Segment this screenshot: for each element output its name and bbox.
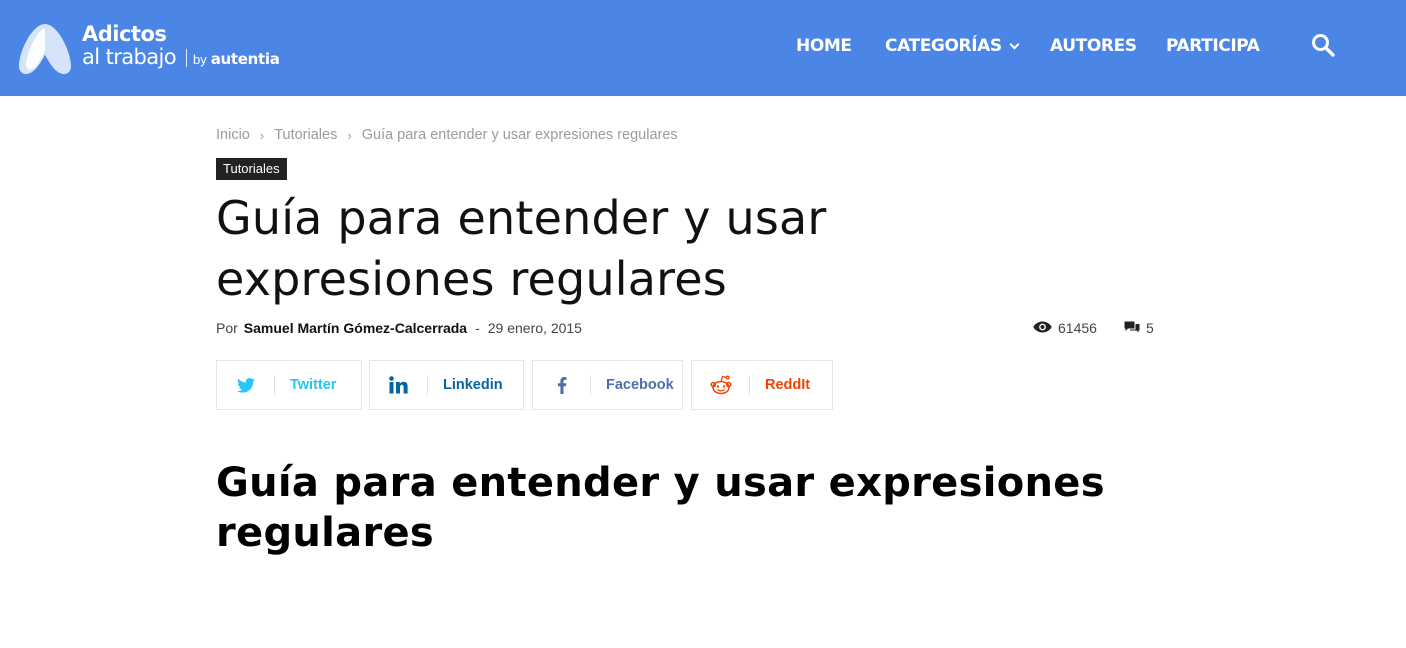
site-header: Adictos al trabajo by autentia HOME CATE… xyxy=(0,0,1406,96)
logo-divider xyxy=(186,48,187,67)
logo-line1: Adictos xyxy=(82,22,167,46)
logo-by: by xyxy=(193,52,207,67)
publish-date: 29 enero, 2015 xyxy=(487,320,582,336)
by-label: Por xyxy=(216,320,238,336)
nav-autores[interactable]: AUTORES xyxy=(1050,36,1137,56)
nav-home[interactable]: HOME xyxy=(796,36,852,56)
views-value: 61456 xyxy=(1058,320,1097,336)
share-linkedin-button[interactable]: Linkedin xyxy=(369,360,524,410)
share-twitter-button[interactable]: Twitter xyxy=(216,360,362,410)
nav-participa[interactable]: PARTICIPA xyxy=(1166,36,1260,56)
logo-mark-icon xyxy=(18,22,72,76)
category-tag[interactable]: Tutoriales xyxy=(216,158,287,180)
breadcrumb-separator: › xyxy=(259,127,265,143)
author-link[interactable]: Samuel Martín Gómez-Calcerrada xyxy=(244,320,467,336)
nav-categorias-label: CATEGORÍAS xyxy=(885,36,1002,56)
search-icon[interactable] xyxy=(1310,32,1336,58)
comments-icon xyxy=(1124,320,1140,336)
facebook-icon xyxy=(533,360,590,410)
logo-text: Adictos al trabajo by autentia xyxy=(82,24,280,68)
meta-dash: - xyxy=(475,320,480,336)
logo-brand: autentia xyxy=(210,50,280,68)
eye-icon xyxy=(1033,320,1052,336)
site-logo[interactable]: Adictos al trabajo by autentia xyxy=(18,22,280,76)
views-count: 61456 xyxy=(1033,320,1097,336)
comments-value: 5 xyxy=(1146,320,1154,336)
share-reddit-button[interactable]: ReddIt xyxy=(691,360,833,410)
share-reddit-label: ReddIt xyxy=(765,377,811,393)
nav-categorias[interactable]: CATEGORÍAS xyxy=(885,36,1020,56)
breadcrumb-separator: › xyxy=(347,127,352,143)
reddit-icon xyxy=(692,360,749,410)
linkedin-icon xyxy=(370,360,427,410)
content-heading: Guía para entender y usar expresiones re… xyxy=(216,460,1105,556)
share-facebook-label: Facebook xyxy=(606,377,674,393)
article-title: Guía para entender y usar expresiones re… xyxy=(216,191,827,306)
article-meta: Por Samuel Martín Gómez-Calcerrada - 29 … xyxy=(216,320,582,336)
chevron-down-icon xyxy=(1009,39,1020,49)
breadcrumb-inicio[interactable]: Inicio xyxy=(216,127,250,143)
share-linkedin-label: Linkedin xyxy=(443,377,503,393)
share-twitter-label: Twitter xyxy=(290,377,337,393)
breadcrumb: Inicio › Tutoriales › Guía para entender… xyxy=(216,127,678,143)
breadcrumb-current: Guía para entender y usar expresiones re… xyxy=(361,127,678,143)
logo-line2: al trabajo xyxy=(82,45,177,69)
comments-count[interactable]: 5 xyxy=(1124,320,1154,336)
share-facebook-button[interactable]: Facebook xyxy=(532,360,683,410)
twitter-icon xyxy=(217,360,274,410)
breadcrumb-tutoriales[interactable]: Tutoriales xyxy=(274,127,337,143)
